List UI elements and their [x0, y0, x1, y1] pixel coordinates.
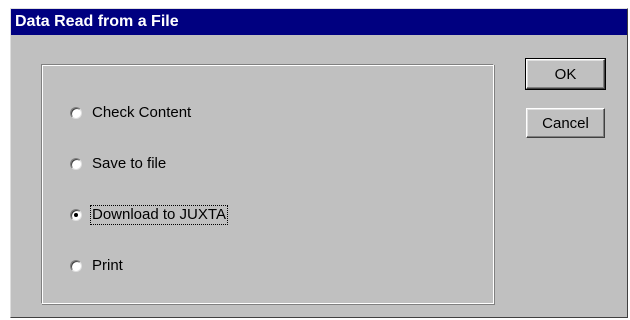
- radio-download-to-juxta[interactable]: Download to JUXTA: [70, 204, 228, 226]
- radio-label: Check Content: [92, 104, 192, 121]
- dialog-window: Data Read from a File Check Content Save…: [10, 8, 628, 318]
- title-bar[interactable]: Data Read from a File: [11, 9, 627, 35]
- radio-check-content[interactable]: Check Content: [70, 102, 192, 124]
- options-group: Check Content Save to file Download to J…: [41, 64, 494, 304]
- radio-print[interactable]: Print: [70, 255, 124, 277]
- radio-label: Download to JUXTA: [90, 205, 228, 225]
- radio-label: Save to file: [92, 155, 167, 172]
- radio-button-icon[interactable]: [70, 260, 82, 272]
- radio-selected-dot: [74, 213, 78, 217]
- radio-button-icon[interactable]: [70, 107, 82, 119]
- radio-button-icon[interactable]: [70, 158, 82, 170]
- radio-button-selected-icon[interactable]: [70, 209, 82, 221]
- window-title: Data Read from a File: [15, 13, 179, 30]
- radio-label: Print: [92, 257, 123, 274]
- ok-button[interactable]: OK: [525, 58, 606, 90]
- radio-save-to-file[interactable]: Save to file: [70, 153, 167, 175]
- cancel-button[interactable]: Cancel: [526, 108, 605, 138]
